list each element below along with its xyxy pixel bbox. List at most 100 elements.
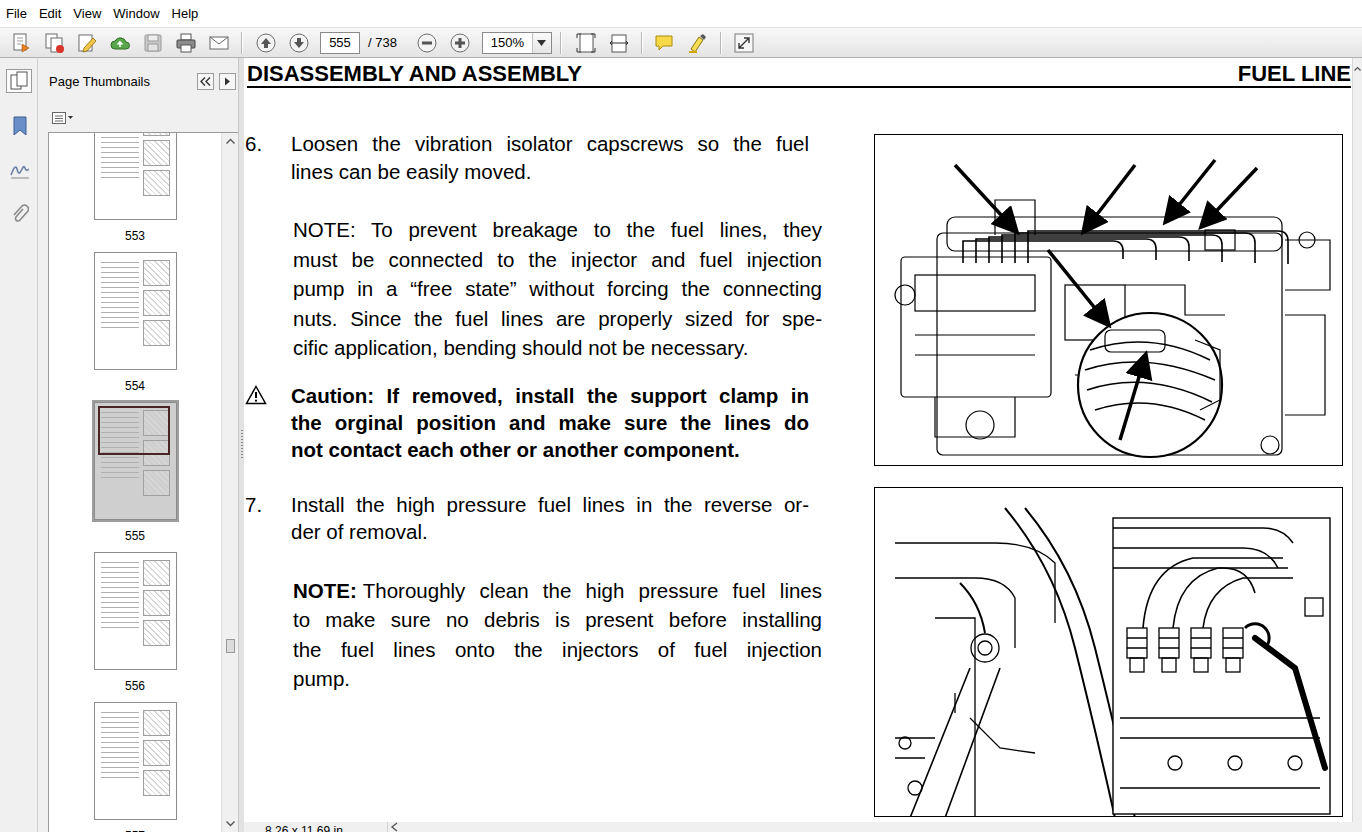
thumbnail-label: 557 bbox=[125, 829, 145, 832]
zoom-value: 150% bbox=[491, 35, 524, 50]
zoom-in-icon[interactable] bbox=[449, 32, 471, 54]
upload-cloud-icon[interactable] bbox=[109, 32, 131, 54]
options-button[interactable] bbox=[50, 109, 76, 127]
toolbar-separator bbox=[235, 30, 249, 56]
note-block: NOTE: To prevent breakage to the fuel li… bbox=[245, 215, 874, 363]
zoom-dropdown[interactable]: 150% bbox=[482, 32, 552, 54]
attachments-icon[interactable] bbox=[9, 203, 29, 223]
text-line: NOTE:Thoroughly clean the high pressure … bbox=[293, 576, 822, 606]
save-icon[interactable] bbox=[142, 32, 164, 54]
document-horizontal-scrollbar[interactable] bbox=[387, 822, 1362, 832]
chapter-title: FUEL LINE bbox=[1238, 62, 1351, 86]
page-thumbnail[interactable]: 557 bbox=[94, 702, 177, 832]
thumbnail-label: 553 bbox=[125, 229, 145, 243]
collapse-panel-button[interactable] bbox=[197, 73, 214, 90]
step-number: 7. bbox=[245, 491, 291, 519]
thumbnail-page-image bbox=[94, 133, 177, 220]
engine-fuel-lines-illustration bbox=[875, 135, 1342, 465]
visible-area-frame[interactable] bbox=[98, 406, 170, 455]
thumbnail-list: 553 554 555 556 557 bbox=[49, 133, 221, 832]
scroll-thumb[interactable] bbox=[226, 639, 235, 653]
text-line: NOTE: To prevent breakage to the fuel li… bbox=[293, 215, 822, 245]
scroll-down-icon[interactable] bbox=[226, 821, 235, 827]
text-line: lines can be easily moved. bbox=[291, 158, 809, 186]
text-line: not contact each other or another compon… bbox=[291, 436, 809, 463]
page-count: / 738 bbox=[368, 35, 397, 50]
installation-figure bbox=[874, 487, 1343, 817]
comment-icon[interactable] bbox=[653, 32, 675, 54]
thumbnail-label: 556 bbox=[125, 679, 145, 693]
menu-item[interactable]: Help bbox=[166, 5, 205, 23]
scroll-up-icon[interactable] bbox=[1354, 66, 1361, 71]
page-thumbnail[interactable]: 556 bbox=[94, 552, 177, 702]
menu-item[interactable]: Edit bbox=[33, 5, 67, 23]
main-area: Page Thumbnails 553 554 555 556 557 DISASSEMBL… bbox=[0, 58, 1362, 832]
menu-item[interactable]: File bbox=[0, 5, 33, 23]
text-line: pump. bbox=[293, 664, 822, 694]
fit-page-icon[interactable] bbox=[575, 32, 597, 54]
caution-triangle-icon bbox=[245, 385, 267, 405]
highlight-icon[interactable] bbox=[686, 32, 708, 54]
note-label: NOTE: bbox=[293, 579, 357, 602]
edit-pdf-icon[interactable] bbox=[76, 32, 98, 54]
signatures-icon[interactable] bbox=[9, 159, 29, 179]
thumbnail-page-image bbox=[94, 402, 177, 520]
status-bar: 8.26 x 11.69 in bbox=[244, 822, 1362, 832]
text-line: Install the high pressure fuel lines in … bbox=[291, 491, 809, 519]
scroll-track[interactable] bbox=[222, 149, 238, 816]
thumbnail-label: 555 bbox=[125, 529, 145, 543]
panel-title: Page Thumbnails bbox=[49, 74, 192, 89]
expand-panel-button[interactable] bbox=[219, 73, 236, 90]
text-line: pump in a “free state” without forcing t… bbox=[293, 274, 822, 304]
email-icon[interactable] bbox=[208, 32, 230, 54]
step-block: 7.Install the high pressure fuel lines i… bbox=[245, 491, 874, 546]
thumbnails-panel: Page Thumbnails 553 554 555 556 557 bbox=[38, 58, 238, 832]
next-page-icon[interactable] bbox=[288, 32, 310, 54]
dropdown-arrow-icon[interactable] bbox=[537, 40, 546, 46]
page-number-field[interactable]: 555 bbox=[320, 32, 360, 54]
removal-figure bbox=[874, 134, 1343, 466]
combine-files-icon[interactable] bbox=[43, 32, 65, 54]
text-line: must be connected to the injector and fu… bbox=[293, 245, 822, 275]
toolbar-separator bbox=[552, 30, 570, 56]
double-chevron-left-icon bbox=[200, 77, 211, 86]
page-thumbnails-icon[interactable] bbox=[9, 71, 29, 91]
text-line: to make sure no debris is present before… bbox=[293, 605, 822, 635]
text-line: the orginal position and make sure the l… bbox=[291, 409, 809, 436]
previous-page-icon[interactable] bbox=[255, 32, 277, 54]
triangle-right-icon bbox=[224, 77, 231, 86]
print-icon[interactable] bbox=[175, 32, 197, 54]
scroll-left-icon[interactable] bbox=[388, 822, 402, 832]
create-pdf-icon[interactable] bbox=[10, 32, 32, 54]
text-line: Caution: If removed, install the support… bbox=[291, 382, 809, 409]
bookmarks-icon[interactable] bbox=[9, 115, 29, 135]
toolbar: 555 / 738 150% bbox=[0, 27, 1362, 58]
page-thumbnail[interactable]: 555 bbox=[94, 402, 177, 552]
page-header: DISASSEMBLY AND ASSEMBLYFUEL LINE bbox=[247, 58, 1351, 88]
menu-bar: FileEditViewWindowHelp bbox=[0, 0, 1362, 27]
thumbnail-scrollbar[interactable] bbox=[221, 133, 238, 832]
step-number: 6. bbox=[245, 130, 291, 158]
thumbnail-page-image bbox=[94, 552, 177, 670]
pdf-viewer-window: FileEditViewWindowHelp 555 / 738 150% Page T… bbox=[0, 0, 1362, 832]
page-thumbnail[interactable]: 553 bbox=[94, 133, 177, 252]
options-list-icon bbox=[52, 112, 74, 124]
menu-item[interactable]: View bbox=[67, 5, 107, 23]
page-thumbnail[interactable]: 554 bbox=[94, 252, 177, 402]
fit-width-icon[interactable] bbox=[608, 32, 630, 54]
fuel-line-wrench-illustration bbox=[875, 488, 1342, 816]
document-vertical-scrollbar[interactable] bbox=[1352, 58, 1362, 822]
menu-item[interactable]: Window bbox=[107, 5, 165, 23]
text-line: the fuel lines onto the injectors of fue… bbox=[293, 635, 822, 665]
text-line: cific application, bending should not be… bbox=[293, 333, 822, 363]
thumbnail-page-image bbox=[94, 252, 177, 370]
toolbar-separator bbox=[636, 30, 648, 56]
zoom-out-icon[interactable] bbox=[416, 32, 438, 54]
full-screen-icon[interactable] bbox=[733, 32, 755, 54]
page-size-label: 8.26 x 11.69 in bbox=[244, 822, 387, 832]
thumbnail-list-box: 553 554 555 556 557 bbox=[48, 132, 238, 832]
toolbar-separator bbox=[714, 30, 728, 56]
text-column: 6.Loosen the vibration isolator capscrew… bbox=[244, 88, 874, 817]
navigation-icon-strip bbox=[0, 58, 38, 832]
scroll-up-icon[interactable] bbox=[226, 138, 235, 144]
